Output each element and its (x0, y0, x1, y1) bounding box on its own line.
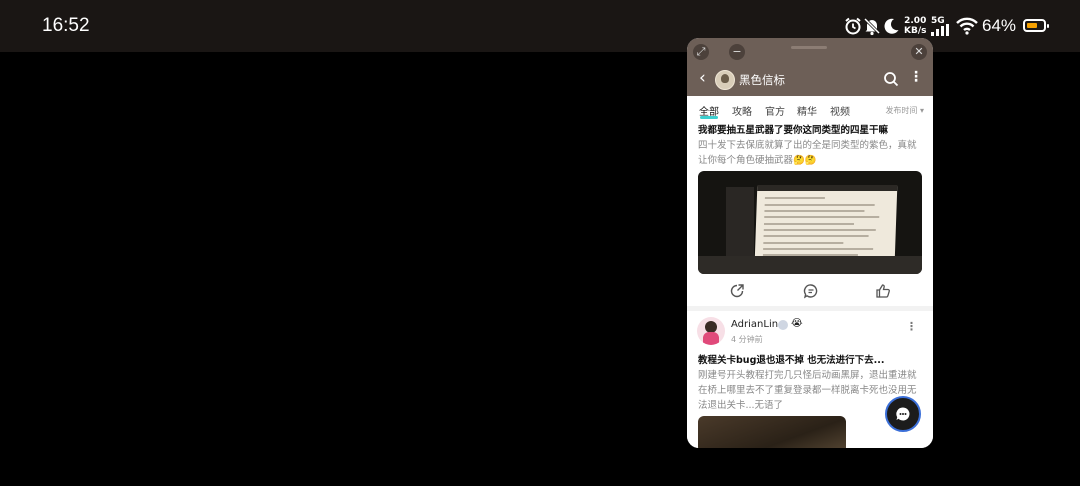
avatar[interactable] (697, 317, 725, 345)
close-icon[interactable]: ✕ (911, 44, 927, 60)
do-not-disturb-moon-icon (884, 18, 899, 34)
battery-icon (1023, 19, 1049, 32)
wifi-icon (956, 17, 978, 35)
level-badge-icon (778, 320, 788, 330)
divider (687, 306, 933, 311)
network-speed: 2.00 KB/s (904, 16, 927, 36)
alarm-icon (845, 17, 861, 35)
tab-videos[interactable]: 视频 (830, 103, 850, 118)
post-actions (687, 280, 933, 302)
post-text[interactable]: 四十发下去保底就算了出的全是同类型的紫色，真就让你每个角色硬抽武器🤔🤔 (698, 138, 923, 168)
tab-guides[interactable]: 攻略 (732, 103, 752, 118)
share-icon[interactable] (729, 283, 745, 299)
user-emoji: 😭 (791, 318, 803, 329)
more-icon[interactable]: ⋮ (909, 69, 923, 85)
username[interactable]: AdrianLin (731, 319, 778, 330)
back-icon[interactable]: ‹ (699, 68, 706, 88)
post-title[interactable]: 我都要抽五星武器了要你这同类型的四星干嘛 (698, 122, 888, 136)
post-image[interactable] (698, 416, 846, 448)
drag-handle[interactable] (791, 46, 827, 49)
new-post-button[interactable] (885, 396, 921, 432)
floating-window[interactable]: ⤢ − ✕ ‹ 黑色信标 ⋮ 全部 攻略 官方 精华 视频 发布时间 ▾ 我都要… (687, 38, 933, 448)
post-title[interactable]: 教程关卡bug退也退不掉 也无法进行下去... (698, 352, 885, 366)
like-icon[interactable] (875, 283, 891, 299)
post-image[interactable] (698, 171, 922, 274)
comment-icon[interactable] (803, 283, 819, 299)
mute-icon (863, 17, 881, 36)
tab-official[interactable]: 官方 (765, 103, 785, 118)
expand-icon[interactable]: ⤢ (693, 44, 709, 60)
minimize-icon[interactable]: − (729, 44, 745, 60)
search-icon[interactable] (883, 71, 899, 87)
app-header: ‹ 黑色信标 ⋮ (687, 64, 933, 96)
forum-avatar[interactable] (715, 70, 735, 90)
post-timestamp: 4 分钟前 (731, 335, 763, 344)
window-title-bar[interactable]: ⤢ − ✕ ‹ 黑色信标 ⋮ (687, 38, 933, 96)
active-tab-indicator (700, 116, 718, 119)
chat-icon (896, 407, 910, 421)
post-more-icon[interactable]: ⋮ (906, 320, 917, 333)
battery-percent: 64% (982, 16, 1017, 35)
sort-dropdown[interactable]: 发布时间 ▾ (885, 105, 924, 116)
tab-featured[interactable]: 精华 (797, 103, 817, 118)
forum-title: 黑色信标 (739, 73, 785, 87)
tab-bar: 全部 攻略 官方 精华 视频 发布时间 ▾ (687, 96, 933, 120)
feed[interactable]: 全部 攻略 官方 精华 视频 发布时间 ▾ 我都要抽五星武器了要你这同类型的四星… (687, 96, 933, 448)
signal-icon (931, 24, 949, 36)
clock: 16:52 (42, 15, 90, 36)
